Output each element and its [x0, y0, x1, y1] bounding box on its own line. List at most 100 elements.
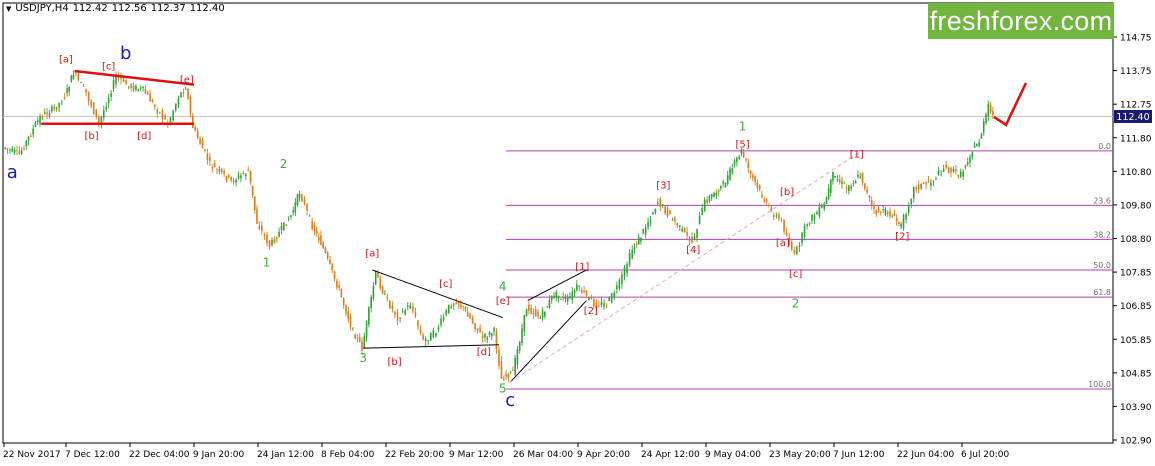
- candle-body: [950, 167, 952, 173]
- candle-body: [613, 292, 616, 298]
- candle-body: [484, 333, 486, 338]
- candle-body: [664, 206, 666, 214]
- candle-body: [532, 312, 535, 315]
- candle-body: [490, 333, 493, 337]
- candle-body: [952, 168, 955, 172]
- candle-body: [678, 225, 681, 227]
- candle-body: [598, 305, 600, 307]
- candle-body: [11, 148, 14, 152]
- candle-body: [95, 109, 98, 117]
- candle-body: [927, 180, 930, 183]
- x-tick-label: 24 Jan 12:00: [257, 450, 314, 460]
- candle-body: [294, 202, 297, 213]
- candle-body: [500, 361, 503, 379]
- candle-body: [676, 223, 679, 227]
- candle-body: [333, 271, 336, 279]
- candle-body: [773, 214, 775, 218]
- wave-label: a: [7, 162, 18, 183]
- candle-body: [287, 219, 290, 221]
- candle-body: [20, 150, 23, 154]
- candle-body: [843, 183, 846, 184]
- candle-body: [404, 309, 406, 315]
- candle-body: [610, 293, 613, 303]
- candle-body: [85, 88, 87, 93]
- wave-label: 2: [280, 157, 288, 171]
- wave-label: 4: [499, 279, 507, 293]
- candle-body: [631, 249, 633, 259]
- wave-label: [1]: [850, 150, 864, 161]
- candle-body: [971, 152, 974, 158]
- candle-body: [962, 171, 964, 177]
- y-tick-label: 106.85: [1120, 302, 1152, 312]
- symbol-label: USDJPY,H4: [15, 3, 69, 14]
- candle-body: [452, 304, 455, 306]
- candle-body: [964, 165, 967, 168]
- candle-body: [358, 336, 361, 342]
- candle-body: [80, 82, 82, 84]
- wave-label: [3]: [656, 180, 670, 191]
- candle-body: [249, 170, 252, 183]
- candle-body: [254, 196, 256, 210]
- candle-body: [194, 126, 197, 131]
- candle-body: [509, 371, 512, 373]
- candle-body: [228, 174, 230, 178]
- candle-body: [848, 185, 850, 191]
- candle-body: [875, 210, 878, 215]
- candle-body: [955, 168, 957, 172]
- candle-body: [372, 285, 375, 299]
- candle-body: [329, 259, 331, 264]
- candle-body: [352, 327, 354, 329]
- candle-body: [652, 212, 654, 215]
- candle-body: [783, 219, 785, 232]
- candle-body: [590, 296, 593, 300]
- candle-body: [469, 313, 471, 319]
- candle-body: [698, 215, 701, 225]
- candle-body: [149, 93, 151, 102]
- candle-body: [530, 308, 532, 314]
- candle-body: [442, 317, 445, 320]
- candle-body: [209, 156, 211, 162]
- x-axis: 22 Nov 2017 7 Dec 12:00 22 Dec 04:00 9 Jan …: [3, 443, 1010, 460]
- current-price-marker: 112.40: [1114, 110, 1152, 123]
- triangle-down-icon[interactable]: ▼: [6, 5, 11, 13]
- candle-body: [298, 193, 301, 198]
- candle-body: [476, 328, 479, 331]
- trendline-support-dashed: [509, 150, 862, 383]
- candle-body: [211, 166, 214, 169]
- y-tick-label: 109.80: [1120, 201, 1152, 211]
- candle-body: [583, 290, 585, 293]
- candle-body: [349, 316, 352, 327]
- candle-body: [242, 172, 245, 175]
- candle-body: [220, 168, 223, 173]
- fib-level-label: 100.0: [1088, 380, 1111, 389]
- candle-body: [39, 115, 41, 125]
- x-tick-label: 22 Nov 2017: [3, 450, 61, 460]
- candle-body: [557, 295, 560, 299]
- candle-body: [600, 302, 603, 306]
- candle-body: [940, 174, 942, 175]
- candle-body: [616, 285, 618, 290]
- candle-body: [555, 292, 558, 298]
- candle-body: [729, 168, 731, 180]
- candle-body: [834, 175, 836, 179]
- candle-body: [647, 221, 649, 228]
- candle-body: [882, 209, 884, 211]
- candle-body: [306, 204, 308, 211]
- candle-body: [836, 179, 839, 181]
- candle-body: [466, 311, 469, 318]
- candle-body: [576, 284, 578, 291]
- trendline-projection: [993, 82, 1028, 127]
- y-tick-label: 104.85: [1120, 369, 1152, 379]
- candle-body: [976, 143, 978, 147]
- candle-body: [525, 309, 528, 317]
- candle-body: [142, 86, 144, 88]
- candle-body: [424, 338, 427, 342]
- wave-label: [d]: [137, 131, 151, 142]
- candle-body: [765, 199, 768, 202]
- candle-body: [422, 334, 424, 340]
- wave-label: [1]: [575, 262, 589, 273]
- candle-body: [263, 234, 266, 237]
- candle-body: [893, 213, 896, 216]
- y-tick-label: 102.90: [1120, 437, 1152, 447]
- candle-body: [821, 205, 823, 208]
